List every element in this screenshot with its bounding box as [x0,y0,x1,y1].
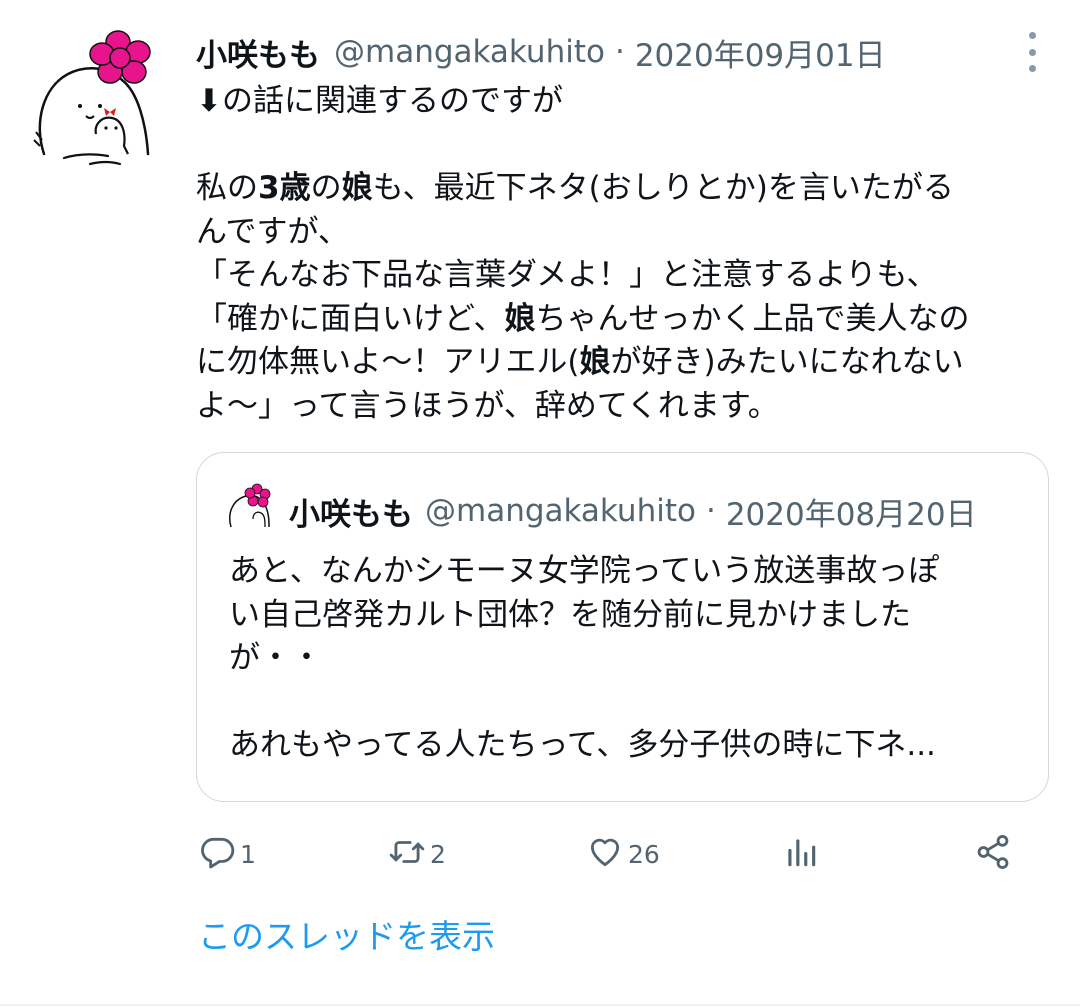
separator-dot: · [614,34,625,70]
share-button[interactable] [974,826,1012,882]
quoted-author-avatar [227,483,273,531]
quoted-tweet-header: 小咲もも @mangakakuhito · 2020年08月20日 [289,489,977,533]
text-segment: に勿体無いよ〜！アリエル( [196,344,580,380]
tweet-date[interactable]: 2020年09月01日 [635,30,886,75]
heart-icon [586,833,624,875]
tweet-line: んですが、 [196,213,349,250]
speech-bubble-icon [198,833,236,875]
tweet-line: 私の3歳の娘も、最近下ネタ(おしりとか)を言いたがる [196,167,1056,211]
quoted-line: い自己啓発カルト団体？を随分前に見かけました [229,596,911,633]
tweet-header: 小咲もも @mangakakuhito · 2020年09月01日 [196,30,1036,74]
action-bar: 1 2 26 [196,826,1036,882]
quoted-author-handle: @mangakakuhito [425,493,696,529]
text-segment: 「確かに面白いけど、 [196,300,505,337]
bottom-divider [0,1004,1080,1006]
reply-count: 1 [240,839,256,869]
text-segment: も、最近下ネタ(おしりとか)を言いたがる [372,170,954,206]
like-count: 26 [628,839,660,869]
tweet-line: 「そんなお下品な言葉ダメよ！」と注意するよりも、 [196,257,938,293]
tweet-text: ⬇の話に関連するのですが 私の3歳の娘も、最近下ネタ(おしりとか)を言いたがる … [196,80,1056,428]
quoted-tweet-card[interactable]: 小咲もも @mangakakuhito · 2020年08月20日 あと、なんか… [196,452,1049,802]
quoted-line: あと、なんかシモーヌ女学院っていう放送事故っぽ [229,553,940,589]
tweet-line: 「確かに面白いけど、娘ちゃんせっかく上品で美人なの [196,298,1056,342]
bar-chart-icon [782,833,820,875]
tweet-line: ⬇の話に関連するのですが [196,83,563,119]
quoted-tweet-date: 2020年08月20日 [725,496,977,533]
retweet-button[interactable]: 2 [388,826,446,882]
retweet-arrows-icon [388,833,426,875]
text-segment: ちゃんせっかく上品で美人なの [535,300,970,337]
author-handle[interactable]: @mangakakuhito [334,34,605,70]
show-thread-link[interactable]: このスレッドを表示 [198,910,495,958]
reply-button[interactable]: 1 [198,826,256,882]
highlighted-text: 娘 [504,300,536,337]
highlighted-text: 3歳 [258,170,311,206]
quoted-line [229,681,1029,725]
text-segment: の [310,170,342,206]
tweet-line: よ〜」って言うほうが、辞めてくれます。 [196,387,779,424]
quoted-line: が・・ [229,640,322,676]
analytics-button[interactable] [782,826,820,882]
text-segment: 私の [196,170,258,206]
author-name[interactable]: 小咲もも [196,30,320,75]
vertical-dots-icon[interactable] [1022,32,1042,72]
quoted-author-name: 小咲もも [289,496,413,533]
like-button[interactable]: 26 [586,826,660,882]
share-nodes-icon [974,833,1012,875]
quoted-line: あれもやってる人たちって、多分子供の時に下ネ... [229,727,936,763]
highlighted-text: 娘 [579,344,611,380]
separator-dot: · [705,493,716,529]
highlighted-text: 娘 [341,170,373,206]
author-avatar[interactable] [30,28,158,176]
text-segment: が好き)みたいになれない [610,344,964,380]
tweet-line: に勿体無いよ〜！アリエル(娘が好き)みたいになれない [196,341,1056,385]
retweet-count: 2 [430,839,446,869]
quoted-tweet-text: あと、なんかシモーヌ女学院っていう放送事故っぽ い自己啓発カルト団体？を随分前に… [229,550,1029,768]
